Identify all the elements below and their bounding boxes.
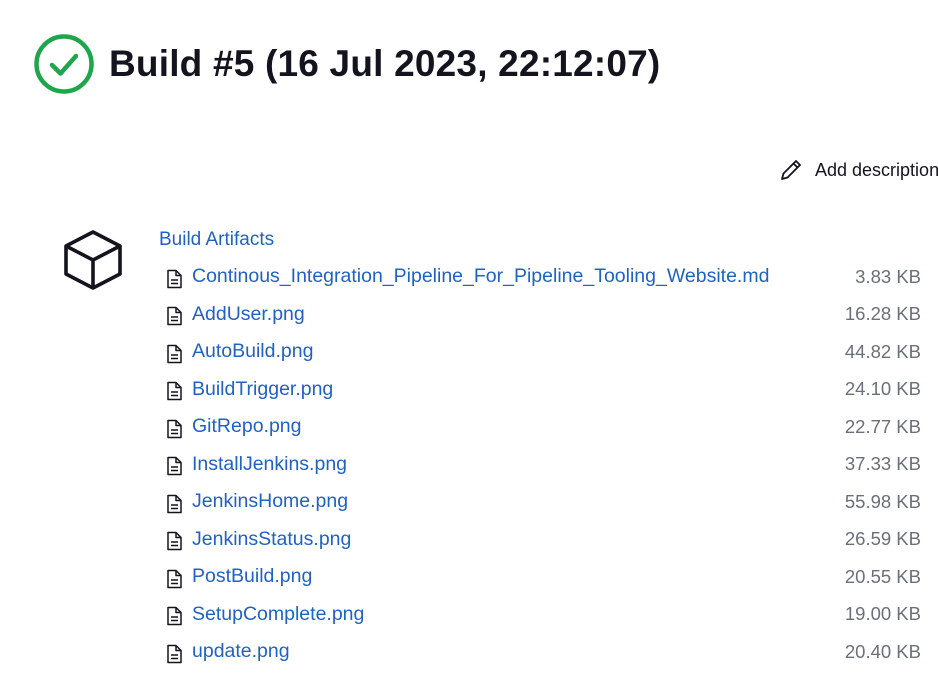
artifact-file-link[interactable]: SetupComplete.png (192, 603, 364, 626)
build-header: Build #5 (16 Jul 2023, 22:12:07) (33, 33, 660, 95)
artifact-file-size: 20.40 KB (844, 640, 921, 662)
artifact-row: InstallJenkins.png 37.33 KB (163, 446, 921, 484)
file-icon (167, 644, 182, 663)
artifact-file-link[interactable]: update.png (192, 640, 290, 663)
artifact-row: SetupComplete.png 19.00 KB (163, 596, 921, 634)
artifact-file-size: 22.77 KB (844, 415, 921, 437)
artifact-file-link[interactable]: AutoBuild.png (192, 340, 313, 363)
artifact-file-size: 19.00 KB (844, 603, 921, 625)
check-circle-icon (34, 34, 94, 94)
file-icon (167, 607, 182, 626)
artifact-file-link[interactable]: InstallJenkins.png (192, 453, 347, 476)
artifact-row: JenkinsHome.png 55.98 KB (163, 483, 921, 521)
artifact-file-size: 37.33 KB (844, 453, 921, 475)
artifact-row: PostBuild.png 20.55 KB (163, 558, 921, 596)
page-title: Build #5 (16 Jul 2023, 22:12:07) (109, 43, 661, 84)
artifact-file-size: 26.59 KB (844, 528, 921, 550)
file-icon (167, 532, 182, 551)
file-icon (167, 307, 182, 326)
file-icon (167, 569, 182, 588)
file-icon (167, 457, 182, 476)
artifact-file-size: 16.28 KB (844, 303, 921, 325)
pencil-icon (781, 160, 801, 180)
artifact-file-link[interactable]: GitRepo.png (192, 415, 302, 438)
add-description-label: Add description (815, 159, 938, 180)
artifact-file-link[interactable]: JenkinsStatus.png (192, 528, 351, 551)
artifact-list: Continous_Integration_Pipeline_For_Pipel… (163, 258, 921, 671)
artifact-row: GitRepo.png 22.77 KB (163, 408, 921, 446)
add-description-button[interactable]: Add description (778, 154, 938, 186)
artifact-file-size: 3.83 KB (855, 265, 921, 287)
artifact-row: update.png 20.40 KB (163, 633, 921, 671)
file-icon (167, 344, 182, 363)
artifact-row: Continous_Integration_Pipeline_For_Pipel… (163, 258, 921, 296)
file-icon (167, 494, 182, 513)
artifact-file-size: 44.82 KB (844, 340, 921, 362)
package-box-icon (64, 230, 122, 290)
artifact-file-size: 55.98 KB (844, 490, 921, 512)
artifact-file-link[interactable]: JenkinsHome.png (192, 490, 348, 513)
artifact-row: JenkinsStatus.png 26.59 KB (163, 521, 921, 559)
build-page: Build #5 (16 Jul 2023, 22:12:07) Add des… (0, 0, 938, 675)
artifact-file-link[interactable]: AddUser.png (192, 303, 305, 326)
artifact-row: BuildTrigger.png 24.10 KB (163, 371, 921, 409)
artifact-row: AutoBuild.png 44.82 KB (163, 333, 921, 371)
artifact-file-link[interactable]: Continous_Integration_Pipeline_For_Pipel… (192, 265, 769, 288)
artifact-file-link[interactable]: BuildTrigger.png (192, 378, 333, 401)
file-icon (167, 419, 182, 438)
build-artifacts-link[interactable]: Build Artifacts (159, 229, 274, 251)
file-icon (167, 269, 182, 288)
artifact-file-size: 20.55 KB (844, 565, 921, 587)
artifact-file-link[interactable]: PostBuild.png (192, 565, 312, 588)
file-icon (167, 382, 182, 401)
artifact-row: AddUser.png 16.28 KB (163, 296, 921, 334)
artifact-file-size: 24.10 KB (844, 378, 921, 400)
